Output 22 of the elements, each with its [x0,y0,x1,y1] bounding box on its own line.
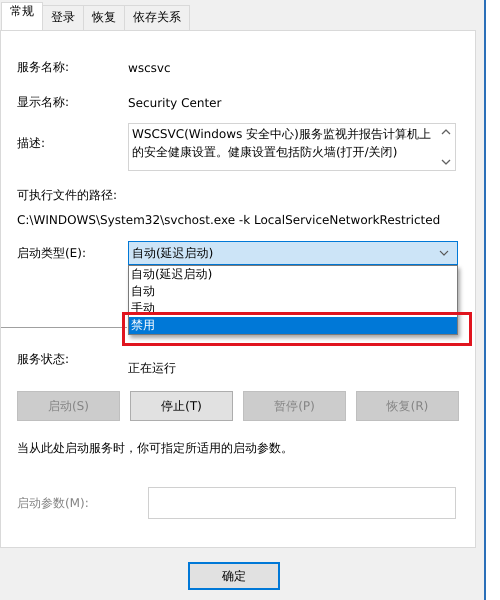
dropdown-option[interactable]: 禁用 [129,317,457,334]
field-label: 可执行文件的路径: [17,187,118,204]
display-name-value: Security Center [128,96,222,110]
service-name-value: wscsvc [128,60,171,74]
tab[interactable]: 常规 [1,2,43,30]
executable-path-value: C:\WINDOWS\System32\svchost.exe -k LocalServiceNetworkRestricted [17,213,442,227]
service-status-value: 正在运行 [128,360,176,377]
startup-type-dropdown[interactable]: 自动(延迟启动) [128,241,458,265]
service-button[interactable]: 停止(T) [130,391,233,421]
field-label: 服务状态: [17,351,70,368]
dropdown-option[interactable]: 自动(延迟启动) [129,266,457,283]
field-label: 启动类型(E): [17,244,87,262]
hint-text: 当从此处启动服务时，你可指定所适用的启动参数。 [17,440,294,457]
field-label: 显示名称: [17,94,70,111]
description-box[interactable]: WSCSVC(Windows 安全中心)服务监视并报告计算机上的安全健康设置。健康设置包括防火墙(打开/关闭) [128,123,456,171]
dropdown-option[interactable]: 自动 [129,283,457,300]
field-label: 启动参数(M): [17,494,90,512]
chevron-down-icon [439,250,449,256]
ok-button[interactable]: 确定 [188,562,280,590]
field-label: 描述: [17,135,46,152]
field-label: 服务名称: [17,59,70,76]
tab[interactable]: 依存关系 [124,5,190,30]
